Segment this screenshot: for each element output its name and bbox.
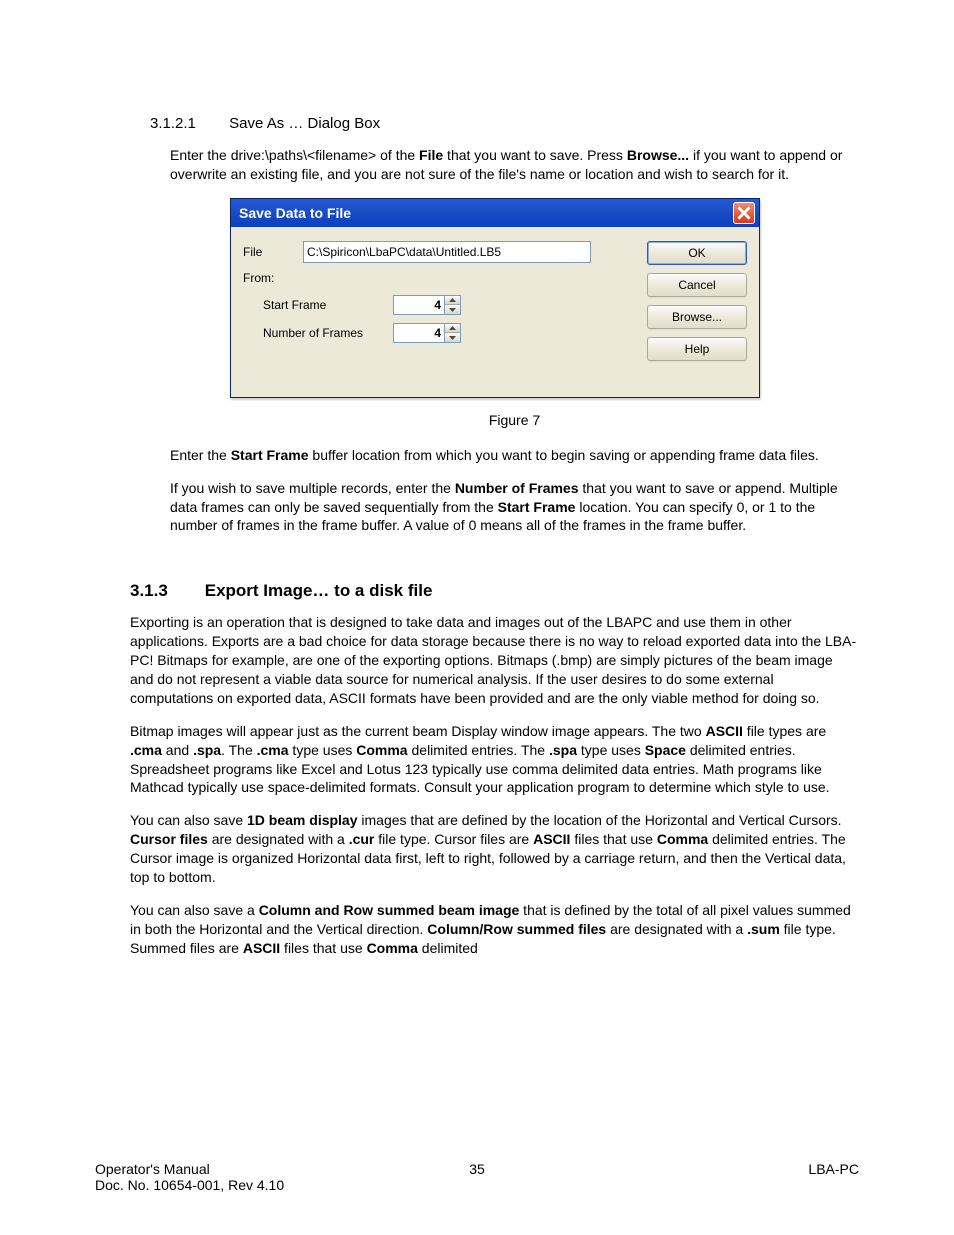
paragraph: If you wish to save multiple records, en… (170, 479, 859, 536)
paragraph: Bitmap images will appear just as the cu… (130, 722, 859, 798)
cancel-button[interactable]: Cancel (647, 273, 747, 297)
heading-number: 3.1.3 (130, 581, 200, 601)
paragraph: Enter the drive:\paths\<filename> of the… (170, 146, 859, 184)
file-label: File (243, 245, 303, 259)
paragraph: You can also save 1D beam display images… (130, 811, 859, 887)
footer-left-2: Doc. No. 10654-001, Rev 4.10 (95, 1177, 284, 1193)
dialog-titlebar[interactable]: Save Data to File (231, 199, 759, 227)
start-frame-spinner[interactable] (393, 295, 461, 315)
save-data-dialog: Save Data to File File From: Start Frame (230, 198, 760, 398)
close-button[interactable] (733, 202, 755, 224)
number-frames-label: Number of Frames (243, 326, 393, 340)
paragraph: Enter the Start Frame buffer location fr… (170, 446, 859, 465)
paragraph: Exporting is an operation that is design… (130, 613, 859, 707)
spin-up-button[interactable] (445, 296, 460, 306)
close-icon (737, 206, 751, 220)
footer-left-1: Operator's Manual (95, 1161, 210, 1177)
chevron-down-icon (449, 336, 456, 340)
chevron-up-icon (449, 326, 456, 330)
heading-3-1-2-1: 3.1.2.1 Save As … Dialog Box (150, 115, 859, 132)
page-number: 35 (401, 1161, 554, 1193)
number-frames-spinner[interactable] (393, 323, 461, 343)
spin-down-button[interactable] (445, 333, 460, 342)
paragraph: You can also save a Column and Row summe… (130, 901, 859, 958)
heading-3-1-3: 3.1.3 Export Image… to a disk file (130, 581, 859, 601)
heading-number: 3.1.2.1 (150, 115, 225, 132)
chevron-up-icon (449, 298, 456, 302)
start-frame-input[interactable] (394, 296, 444, 314)
chevron-down-icon (449, 308, 456, 312)
spin-up-button[interactable] (445, 324, 460, 334)
page-footer: Operator's Manual Doc. No. 10654-001, Re… (95, 1161, 859, 1193)
browse-button[interactable]: Browse... (647, 305, 747, 329)
footer-right: LBA-PC (553, 1161, 859, 1193)
figure-caption: Figure 7 (170, 412, 859, 428)
help-button[interactable]: Help (647, 337, 747, 361)
heading-title: Save As … Dialog Box (229, 115, 380, 132)
start-frame-label: Start Frame (243, 298, 393, 312)
number-frames-input[interactable] (394, 324, 444, 342)
heading-title: Export Image… to a disk file (205, 581, 433, 600)
dialog-title: Save Data to File (239, 205, 733, 221)
ok-button[interactable]: OK (647, 241, 747, 265)
file-input[interactable] (303, 241, 591, 263)
from-label: From: (243, 271, 647, 285)
spin-down-button[interactable] (445, 305, 460, 314)
